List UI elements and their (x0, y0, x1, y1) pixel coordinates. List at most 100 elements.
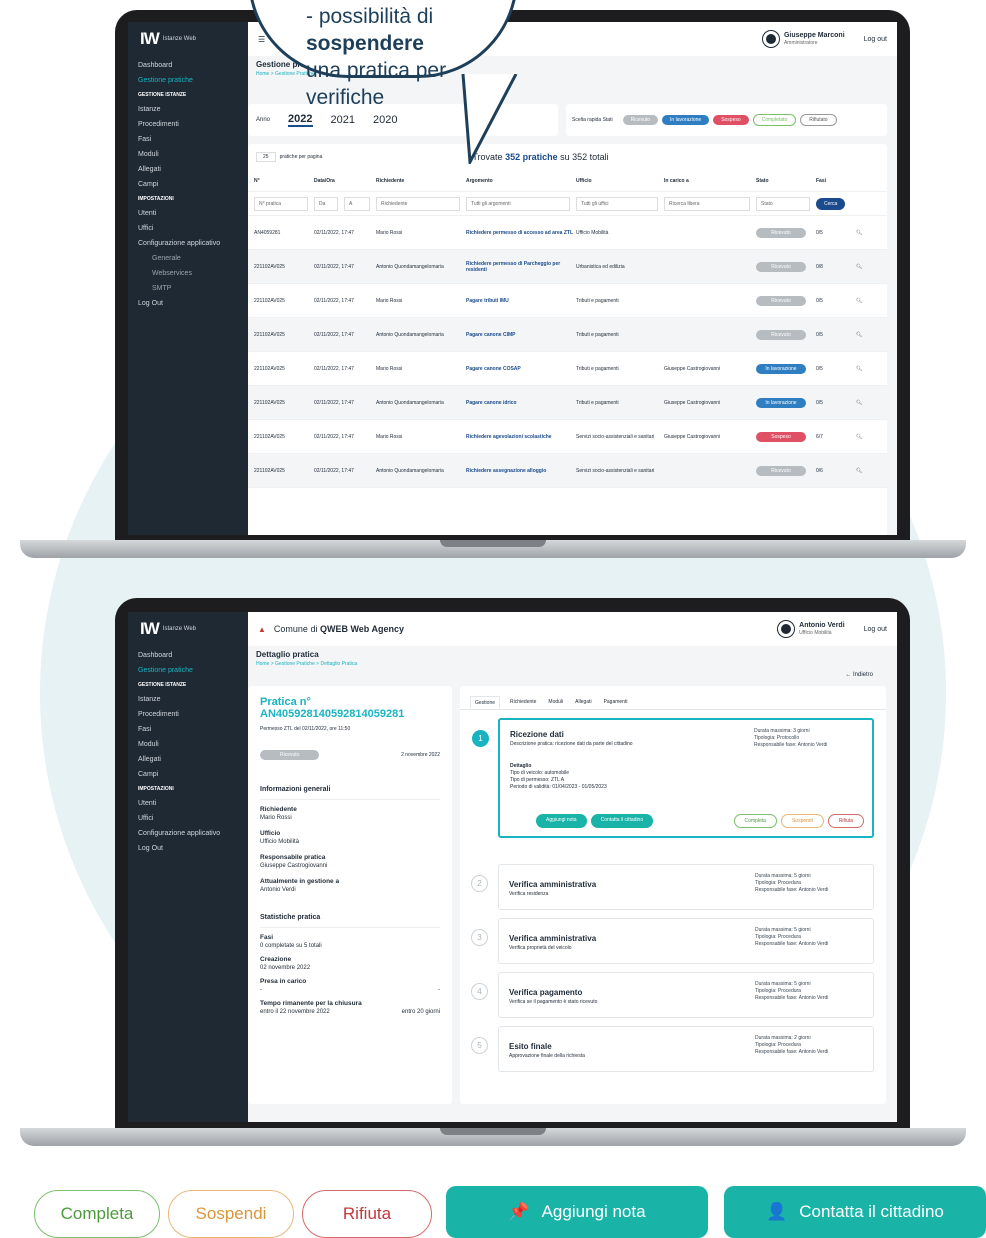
column-header[interactable]: Ufficio (576, 178, 664, 184)
magnifier-icon[interactable]: 🔍︎ (856, 468, 862, 474)
table-row[interactable]: AN4059281 02/11/2022, 17:47 Mario Rossi Ric… (248, 216, 887, 250)
phase-card[interactable]: 1 Ricezione dati Descrizione pratica: rice… (472, 718, 874, 838)
tab-moduli[interactable]: Moduli (546, 696, 565, 709)
aggiungi-nota-button[interactable]: 📌 Aggiungi nota (446, 1186, 708, 1238)
sidebar-item-moduli[interactable]: Moduli (138, 737, 238, 752)
mini-action-0[interactable]: Aggiungi nota (536, 814, 587, 828)
per-page-select[interactable]: 25 (256, 152, 276, 162)
sospendi-button[interactable]: Sospendi (168, 1190, 294, 1238)
magnifier-icon[interactable]: 🔍︎ (856, 230, 862, 236)
logout-link[interactable]: Log out (864, 626, 887, 633)
sidebar-item-istanze[interactable]: Istanze (138, 692, 238, 707)
sidebar-item-gestione-pratiche[interactable]: Gestione pratiche (138, 663, 238, 678)
logout-link[interactable]: Log out (864, 36, 887, 43)
sidebar-item-dashboard[interactable]: Dashboard (138, 58, 238, 73)
argomento-link[interactable]: Richiedere agevolazioni scolastiche (466, 434, 576, 440)
filter-input[interactable]: A (344, 196, 370, 211)
sidebar-item-fasi[interactable]: Fasi (138, 722, 238, 737)
magnifier-icon[interactable]: 🔍︎ (856, 434, 862, 440)
phase-card[interactable]: 3 Verifica amministrativa Verifica proprie… (471, 918, 874, 964)
sidebar-item-campi[interactable]: Campi (138, 177, 238, 192)
filter-input[interactable]: Tutti gli uffici (576, 196, 658, 211)
column-header[interactable]: Richiedente (376, 178, 466, 184)
sidebar-item-fasi[interactable]: Fasi (138, 132, 238, 147)
filter-input[interactable]: Da (314, 196, 338, 211)
column-header[interactable]: Fasi (816, 178, 856, 184)
back-link[interactable]: ← Indietro (845, 672, 873, 678)
argomento-link[interactable]: Pagare canone idrico (466, 400, 576, 406)
sidebar-item-gestione-pratiche[interactable]: Gestione pratiche (138, 73, 238, 88)
sidebar-item-configurazione-applicativo[interactable]: Configurazione applicativo (138, 826, 238, 841)
sidebar-item-utenti[interactable]: Utenti (138, 796, 238, 811)
magnifier-icon[interactable]: 🔍︎ (856, 366, 862, 372)
tab-gestione[interactable]: Gestione (470, 696, 501, 709)
table-row[interactable]: 221102AV025 02/11/2022, 17:47 Mario Rossi P… (248, 284, 887, 318)
rifiuta-button[interactable]: Rifiuta (302, 1190, 432, 1238)
sidebar-item-procedimenti[interactable]: Procedimenti (138, 117, 238, 132)
state-lavorazione[interactable]: In lavorazione (662, 115, 710, 125)
table-row[interactable]: 221102AV025 02/11/2022, 17:47 Antonio Quon… (248, 386, 887, 420)
table-row[interactable]: 221102AV025 02/11/2022, 17:47 Antonio Quon… (248, 318, 887, 352)
year-2021[interactable]: 2021 (331, 114, 355, 126)
menu-icon[interactable]: ☰ (258, 35, 265, 44)
argomento-link[interactable]: Richiedere permesso di Parcheggio per re… (466, 261, 576, 273)
table-row[interactable]: 221102AV025 02/11/2022, 17:47 Antonio Quon… (248, 250, 887, 284)
sidebar-item-configurazione-applicativo[interactable]: Configurazione applicativo (138, 236, 238, 251)
tab-allegati[interactable]: Allegati (573, 696, 593, 709)
year-2020[interactable]: 2020 (373, 114, 397, 126)
argomento-link[interactable]: Richiedere permesso di accesso ad area Z… (466, 230, 576, 236)
tab-pagamenti[interactable]: Pagamenti (602, 696, 630, 709)
filter-input[interactable]: N° pratica (254, 196, 308, 211)
sidebar-item-uffici[interactable]: Uffici (138, 811, 238, 826)
mini-action-4[interactable]: Rifiuta (827, 814, 864, 828)
contatta-cittadino-button[interactable]: 👤 Contatta il cittadino (724, 1186, 986, 1238)
sidebar-item-log-out[interactable]: Log Out (138, 296, 238, 311)
mini-action-3[interactable]: Sospendi (780, 814, 824, 828)
sidebar-item-istanze[interactable]: Istanze (138, 102, 238, 117)
mini-action-2[interactable]: Completa (733, 814, 777, 828)
state-ricevuto[interactable]: Ricevuto (622, 115, 659, 125)
filter-input[interactable]: Ricerca libera (664, 196, 750, 211)
argomento-link[interactable]: Pagare canone CIMP (466, 332, 576, 338)
sidebar-item-allegati[interactable]: Allegati (138, 162, 238, 177)
argomento-link[interactable]: Pagare canone COSAP (466, 366, 576, 372)
sidebar-item-uffici[interactable]: Uffici (138, 221, 238, 236)
completa-button[interactable]: Completa (34, 1190, 160, 1238)
sidebar-item-allegati[interactable]: Allegati (138, 752, 238, 767)
sidebar-item-log-out[interactable]: Log Out (138, 841, 238, 856)
state-rifiutato[interactable]: Rifiutato (800, 114, 837, 126)
sidebar-item-utenti[interactable]: Utenti (138, 206, 238, 221)
column-header[interactable]: Stato (756, 178, 816, 184)
sidebar-item-smtp[interactable]: SMTP (138, 281, 238, 296)
filter-input[interactable]: Richiedente (376, 196, 460, 211)
filter-input[interactable]: Tutti gli argomenti (466, 196, 570, 211)
state-sospeso[interactable]: Sospeso (713, 115, 749, 125)
column-header[interactable]: N° (254, 178, 314, 184)
sidebar-item-procedimenti[interactable]: Procedimenti (138, 707, 238, 722)
phase-card[interactable]: 4 Verifica pagamento Verifica se il pagame… (471, 972, 874, 1018)
mini-action-1[interactable]: Contatta il cittadino (590, 814, 654, 828)
column-header[interactable]: Data/Ora (314, 178, 376, 184)
table-row[interactable]: 221102AV025 02/11/2022, 17:47 Mario Rossi P… (248, 352, 887, 386)
table-row[interactable]: 221102AV025 02/11/2022, 17:47 Antonio Quon… (248, 454, 887, 488)
tab-richiedente[interactable]: Richiedente (508, 696, 538, 709)
filter-input[interactable]: Stato (756, 196, 810, 211)
table-row[interactable]: 221102AV025 02/11/2022, 17:47 Mario Rossi R… (248, 420, 887, 454)
sidebar-item-webservices[interactable]: Webservices (138, 266, 238, 281)
search-button[interactable]: Cerca (816, 197, 846, 210)
column-header[interactable]: Argomento (466, 178, 576, 184)
phase-card[interactable]: 5 Esito finale Approvazione finale della r… (471, 1026, 874, 1072)
magnifier-icon[interactable]: 🔍︎ (856, 332, 862, 338)
phase-card[interactable]: 2 Verifica amministrativa Verifica residen… (471, 864, 874, 910)
state-completato[interactable]: Completato (752, 114, 797, 126)
argomento-link[interactable]: Richiedere assegnazione alloggio (466, 468, 576, 474)
sidebar-item-dashboard[interactable]: Dashboard (138, 648, 238, 663)
breadcrumb[interactable]: Home > Gestione Pratiche > Dettaglio Pra… (256, 661, 889, 667)
magnifier-icon[interactable]: 🔍︎ (856, 298, 862, 304)
magnifier-icon[interactable]: 🔍︎ (856, 400, 862, 406)
sidebar-item-generale[interactable]: Generale (138, 251, 238, 266)
argomento-link[interactable]: Pagare tributi IMU (466, 298, 576, 304)
sidebar-item-moduli[interactable]: Moduli (138, 147, 238, 162)
year-2022[interactable]: 2022 (288, 113, 313, 127)
magnifier-icon[interactable]: 🔍︎ (856, 264, 862, 270)
